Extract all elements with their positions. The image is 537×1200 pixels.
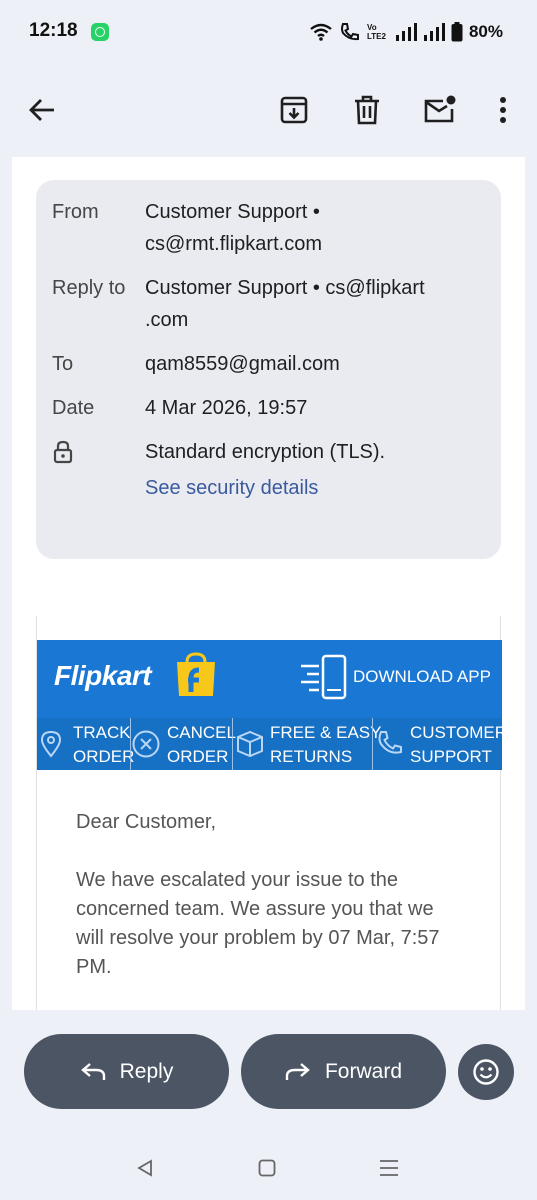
system-navigation-bar [0, 1135, 537, 1200]
nav-customer-support-line2: SUPPORT [410, 747, 492, 766]
email-body: Flipkart DOWNLOAD APP TRACK ORDER CANCEL… [36, 616, 502, 1010]
whatsapp-notification-icon [91, 23, 109, 41]
email-line: will resolve your problem by 07 Mar, 7:5… [76, 927, 440, 949]
from-row: From Customer Support • cs@rmt.flipkart.… [36, 196, 501, 260]
square-home-icon [258, 1159, 276, 1177]
volte-label: Vo LTE2 [366, 23, 386, 41]
download-phone-icon [301, 654, 347, 700]
to-row: To qam8559@gmail.com [36, 348, 501, 380]
forward-icon [285, 1062, 310, 1080]
reply-to-line1: Customer Support • cs@flipkart [145, 277, 425, 299]
nav-track-order-line1: TRACK [73, 723, 131, 742]
system-recents-button[interactable] [374, 1153, 404, 1183]
from-value[interactable]: Customer Support • cs@rmt.flipkart.com [145, 196, 490, 260]
date-label: Date [52, 397, 95, 419]
status-icons: Vo LTE2 80% [309, 18, 503, 46]
arrow-left-icon [29, 99, 54, 121]
mail-unread-icon [424, 95, 456, 123]
email-line: We have escalated your issue to the [76, 869, 399, 891]
flipkart-logo[interactable]: Flipkart [54, 660, 152, 692]
date-row: Date 4 Mar 2026, 19:57 [36, 392, 501, 424]
to-label: To [52, 353, 74, 375]
menu-lines-icon [380, 1160, 398, 1176]
to-value[interactable]: qam8559@gmail.com [145, 348, 490, 380]
delete-button[interactable] [345, 88, 389, 132]
smiley-icon [473, 1059, 499, 1085]
forward-label: Forward [324, 1059, 403, 1083]
system-home-button[interactable] [252, 1153, 282, 1183]
returns-box-icon [237, 730, 263, 758]
nav-free-returns-line2: RETURNS [270, 747, 353, 766]
wifi-icon [310, 23, 332, 41]
email-line: concerned team. We assure you that we [76, 898, 434, 920]
encryption-info: Standard encryption (TLS). See security … [145, 436, 490, 504]
back-button[interactable] [20, 88, 64, 132]
archive-button[interactable] [272, 88, 316, 132]
nav-customer-support[interactable]: CUSTOMER SUPPORT [410, 718, 502, 770]
signal-2-icon [423, 23, 445, 41]
reply-to-label: Reply to [52, 277, 126, 299]
signal-1-icon [395, 23, 417, 41]
nav-divider [372, 718, 373, 770]
encryption-row: Standard encryption (TLS). See security … [36, 436, 501, 506]
nav-free-returns-line1: FREE & EASY [270, 723, 382, 742]
reply-label: Reply [119, 1059, 174, 1083]
triangle-back-icon [137, 1159, 152, 1177]
status-bar: 12:18 Vo LTE2 80% [0, 0, 537, 66]
nav-cancel-order-line2: ORDER [167, 747, 229, 766]
wifi-calling-icon [340, 23, 359, 41]
mark-unread-button[interactable] [418, 88, 462, 132]
toolbar [0, 66, 537, 156]
forward-button[interactable]: Forward [241, 1034, 446, 1109]
more-vertical-icon [500, 97, 506, 123]
nav-cancel-order-line1: CANCEL [167, 723, 236, 742]
reply-button[interactable]: Reply [24, 1034, 229, 1109]
status-time: 12:18 [29, 20, 78, 41]
nav-track-order[interactable]: TRACK ORDER [73, 718, 134, 770]
message-details-card: From Customer Support • cs@rmt.flipkart.… [36, 180, 501, 559]
from-name: Customer Support • [145, 201, 320, 223]
trash-icon [355, 95, 379, 125]
message-actions-bar: Reply Forward [0, 1010, 537, 1135]
security-details-link[interactable]: See security details [145, 472, 490, 504]
reply-to-line2: .com [145, 309, 189, 331]
from-email: cs@rmt.flipkart.com [145, 233, 322, 255]
battery-icon [451, 22, 463, 42]
phone-support-icon [378, 731, 402, 754]
battery-percent: 80% [468, 22, 503, 41]
from-label: From [52, 201, 99, 223]
nav-free-returns[interactable]: FREE & EASY RETURNS [270, 718, 381, 770]
email-message: We have escalated your issue to the conc… [76, 866, 476, 982]
reply-icon [80, 1062, 105, 1080]
message-content[interactable]: From Customer Support • cs@rmt.flipkart.… [12, 157, 525, 1010]
more-options-button[interactable] [481, 88, 525, 132]
nav-cancel-order[interactable]: CANCEL ORDER [167, 718, 236, 770]
flipkart-nav-bar: TRACK ORDER CANCEL ORDER FREE & EASY RET… [37, 718, 502, 770]
nav-track-order-line2: ORDER [73, 747, 135, 766]
system-back-button[interactable] [130, 1153, 160, 1183]
email-greeting: Dear Customer, [76, 811, 217, 833]
download-app-link[interactable]: DOWNLOAD APP [353, 667, 491, 687]
lock-icon [52, 440, 74, 474]
email-line: PM. [76, 956, 112, 978]
cancel-circle-icon [132, 730, 160, 758]
location-pin-icon [40, 730, 62, 758]
encryption-text: Standard encryption (TLS). [145, 441, 386, 463]
flipkart-header-banner: Flipkart DOWNLOAD APP [37, 640, 502, 718]
reply-to-row: Reply to Customer Support • cs@flipkart … [36, 272, 501, 336]
archive-icon [280, 96, 308, 124]
date-value: 4 Mar 2026, 19:57 [145, 397, 308, 419]
nav-customer-support-line1: CUSTOMER [410, 723, 502, 742]
flipkart-bag-icon [177, 652, 215, 696]
emoji-reaction-button[interactable] [458, 1044, 514, 1100]
reply-to-value[interactable]: Customer Support • cs@flipkart .com [145, 272, 490, 336]
nav-divider [232, 718, 233, 770]
